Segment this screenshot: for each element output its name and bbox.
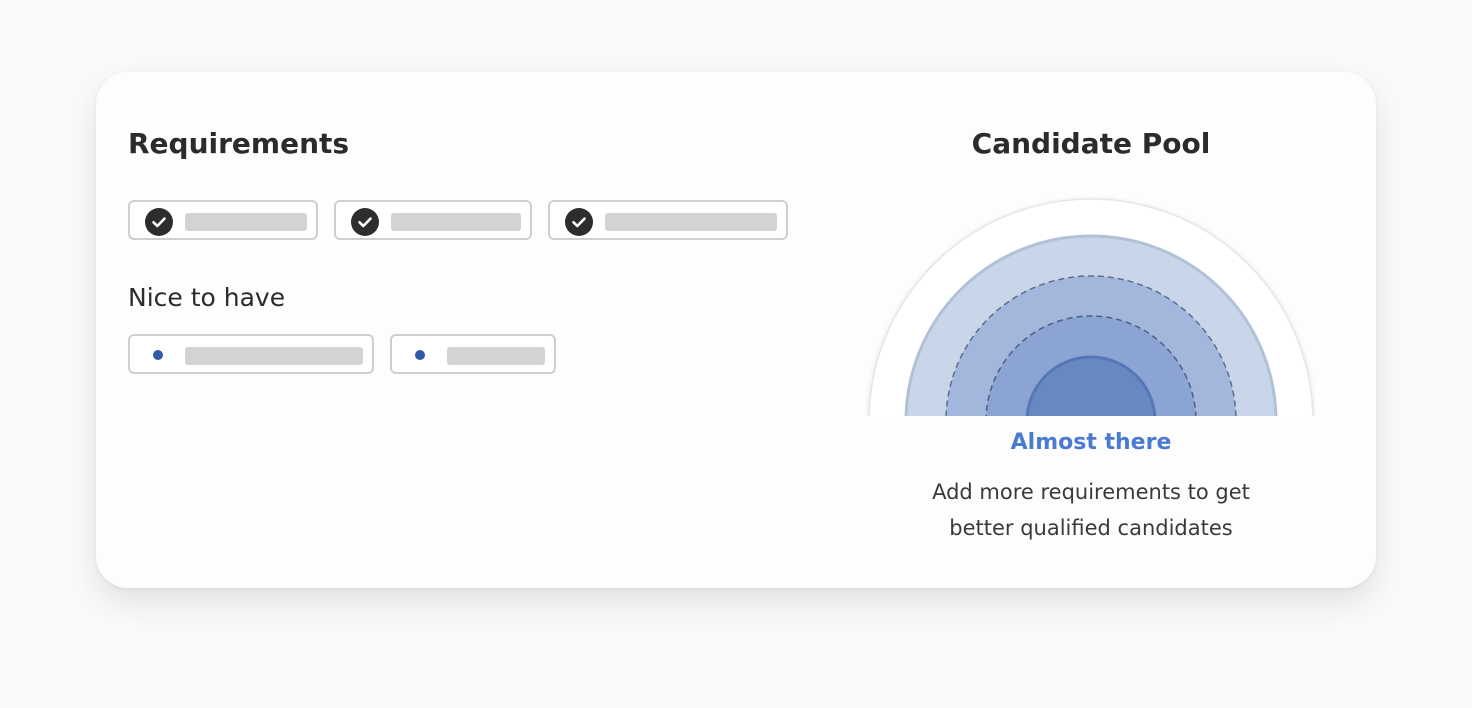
requirements-card: Requirements Nice to have Candidate Pool <box>96 72 1376 588</box>
candidate-pool-visualization <box>868 198 1314 416</box>
requirement-placeholder-bar <box>605 213 777 231</box>
nice-to-have-title: Nice to have <box>128 283 286 312</box>
nice-to-have-chip[interactable] <box>128 334 374 374</box>
nice-to-have-placeholder-bar <box>447 347 545 365</box>
pool-status-text: Almost there <box>1010 430 1172 455</box>
requirement-placeholder-bar <box>185 213 307 231</box>
requirement-chip[interactable] <box>548 200 788 240</box>
check-circle-icon <box>351 208 379 236</box>
bullet-dot-icon <box>415 350 425 360</box>
nice-to-have-chip[interactable] <box>390 334 556 374</box>
pool-message: Add more requirements to get better qual… <box>932 480 1250 540</box>
check-circle-icon <box>145 208 173 236</box>
requirements-title: Requirements <box>128 127 350 160</box>
requirement-placeholder-bar <box>391 213 521 231</box>
candidate-pool-title: Candidate Pool <box>971 127 1211 160</box>
requirement-chip[interactable] <box>334 200 532 240</box>
check-circle-icon <box>565 208 593 236</box>
nice-to-have-placeholder-bar <box>185 347 363 365</box>
bullet-dot-icon <box>153 350 163 360</box>
requirement-chip[interactable] <box>128 200 318 240</box>
